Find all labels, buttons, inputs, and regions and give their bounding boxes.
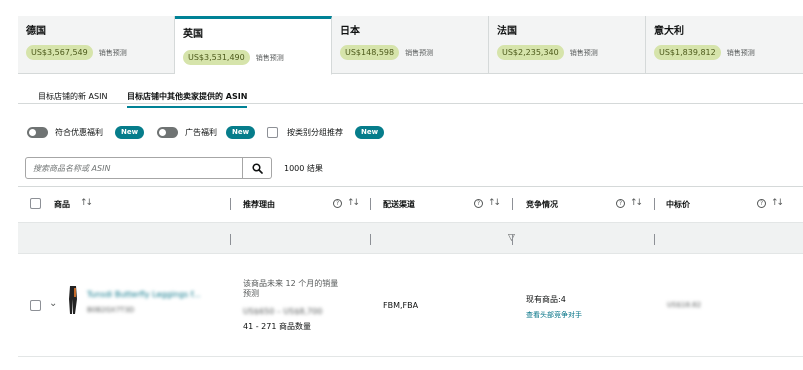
column-divider: [230, 234, 231, 245]
ad-toggle-label: 广告福利: [185, 128, 217, 137]
marketplace-name: 法国: [497, 26, 517, 37]
sales-forecast-amount: US$3,567,549: [26, 45, 93, 60]
search-field: [25, 157, 243, 179]
new-badge: New: [355, 126, 385, 139]
reason-text: 该商品未来 12 个月的销量 预测: [243, 279, 338, 299]
ad-toggle[interactable]: [157, 127, 178, 138]
table-header: 商品 ↑↓ 推荐理由 ? ↑↓ 配送渠道 ? ↑↓ 竞争情况 ? ↑↓ 中标价 …: [18, 186, 803, 221]
column-header-bid[interactable]: 中标价: [666, 199, 690, 210]
view-top-competitors-link[interactable]: 查看头部竞争对手: [526, 310, 582, 320]
marketplace-name: 英国: [183, 29, 203, 40]
results-count: 1000 结果: [284, 164, 323, 173]
sales-range: US$650 – US$8,700: [243, 307, 323, 316]
product-title[interactable]: Tunsdi Butterfly Leggings f...: [87, 290, 201, 299]
fulfillment-channel: FBM,FBA: [383, 301, 419, 310]
product-image: [69, 286, 77, 314]
marketplace-tab-uk[interactable]: 英国 US$3,531,490 销售预测: [175, 16, 332, 75]
marketplace-tab-jp[interactable]: 日本 US$148,598 销售预测: [332, 16, 489, 74]
marketplace-tab-de[interactable]: 德国 US$3,567,549 销售预测: [18, 16, 175, 74]
sort-icon[interactable]: ↑↓: [771, 198, 784, 208]
column-divider: [512, 198, 513, 210]
new-badge: New: [226, 126, 256, 139]
sales-forecast-label: 销售预测: [726, 48, 755, 57]
sales-forecast-label: 销售预测: [255, 53, 284, 62]
sales-forecast-amount: US$2,235,340: [497, 45, 564, 60]
sales-forecast-label: 销售预测: [569, 48, 598, 57]
tab-others-asin[interactable]: 目标店铺中其他卖家提供的 ASIN: [127, 91, 248, 108]
reason-line: 该商品未来 12 个月的销量: [243, 279, 339, 288]
asin-subtabs: 目标店铺的新 ASIN 目标店铺中其他卖家提供的 ASIN: [18, 82, 803, 108]
column-header-competition[interactable]: 竞争情况: [526, 199, 558, 210]
sales-forecast-amount: US$1,839,812: [654, 45, 721, 60]
competition-count: 现有商品:4: [526, 295, 566, 304]
column-divider: [512, 234, 513, 245]
column-filter-row: ▽: [18, 222, 803, 254]
search-icon: [251, 162, 263, 174]
unit-range: 41 - 271 商品数量: [243, 322, 311, 331]
sales-forecast-amount: US$3,531,490: [183, 50, 250, 65]
column-divider: [230, 198, 231, 210]
new-badge: New: [115, 126, 145, 139]
sort-icon[interactable]: ↑↓: [80, 198, 93, 208]
winning-bid: US$18.82: [667, 301, 702, 309]
row-checkbox[interactable]: [30, 300, 41, 311]
help-icon[interactable]: ?: [616, 199, 625, 208]
sort-icon[interactable]: ↑↓: [488, 198, 501, 208]
marketplace-tabs: 德国 US$3,567,549 销售预测 英国 US$3,531,490 销售预…: [18, 16, 803, 75]
chevron-down-icon[interactable]: ⌄: [49, 298, 57, 309]
column-header-channel[interactable]: 配送渠道: [383, 199, 415, 210]
marketplace-tab-fr[interactable]: 法国 US$2,235,340 销售预测: [489, 16, 646, 74]
marketplace-name: 日本: [340, 26, 360, 37]
marketplace-name: 意大利: [654, 26, 684, 37]
marketplace-name: 德国: [26, 26, 46, 37]
sales-forecast-label: 销售预测: [405, 48, 434, 57]
search-input[interactable]: [26, 158, 242, 178]
sales-forecast-label: 销售预测: [98, 48, 127, 57]
group-by-category-checkbox[interactable]: [267, 127, 278, 138]
column-divider: [654, 234, 655, 245]
help-icon[interactable]: ?: [757, 199, 766, 208]
column-divider: [654, 198, 655, 210]
help-icon[interactable]: ?: [474, 199, 483, 208]
sort-icon[interactable]: ↑↓: [630, 198, 643, 208]
deal-toggle[interactable]: [27, 127, 48, 138]
reason-line: 预测: [243, 289, 259, 298]
column-divider: [370, 234, 371, 245]
search-button[interactable]: [243, 157, 272, 179]
row-divider: [18, 356, 803, 357]
sales-forecast-amount: US$148,598: [340, 45, 400, 60]
product-asin: B0B2GX7T3D: [87, 306, 135, 314]
help-icon[interactable]: ?: [333, 199, 342, 208]
sort-icon[interactable]: ↑↓: [347, 198, 360, 208]
group-by-category-label: 按类别分组推荐: [287, 128, 343, 137]
select-all-checkbox[interactable]: [30, 198, 41, 209]
tab-new-asin[interactable]: 目标店铺的新 ASIN: [38, 91, 107, 102]
column-header-product[interactable]: 商品: [54, 199, 70, 210]
deal-toggle-label: 符合优惠福利: [55, 128, 103, 137]
column-header-reason[interactable]: 推荐理由: [243, 199, 275, 210]
marketplace-tab-it[interactable]: 意大利 US$1,839,812 销售预测: [646, 16, 803, 74]
column-divider: [370, 198, 371, 210]
